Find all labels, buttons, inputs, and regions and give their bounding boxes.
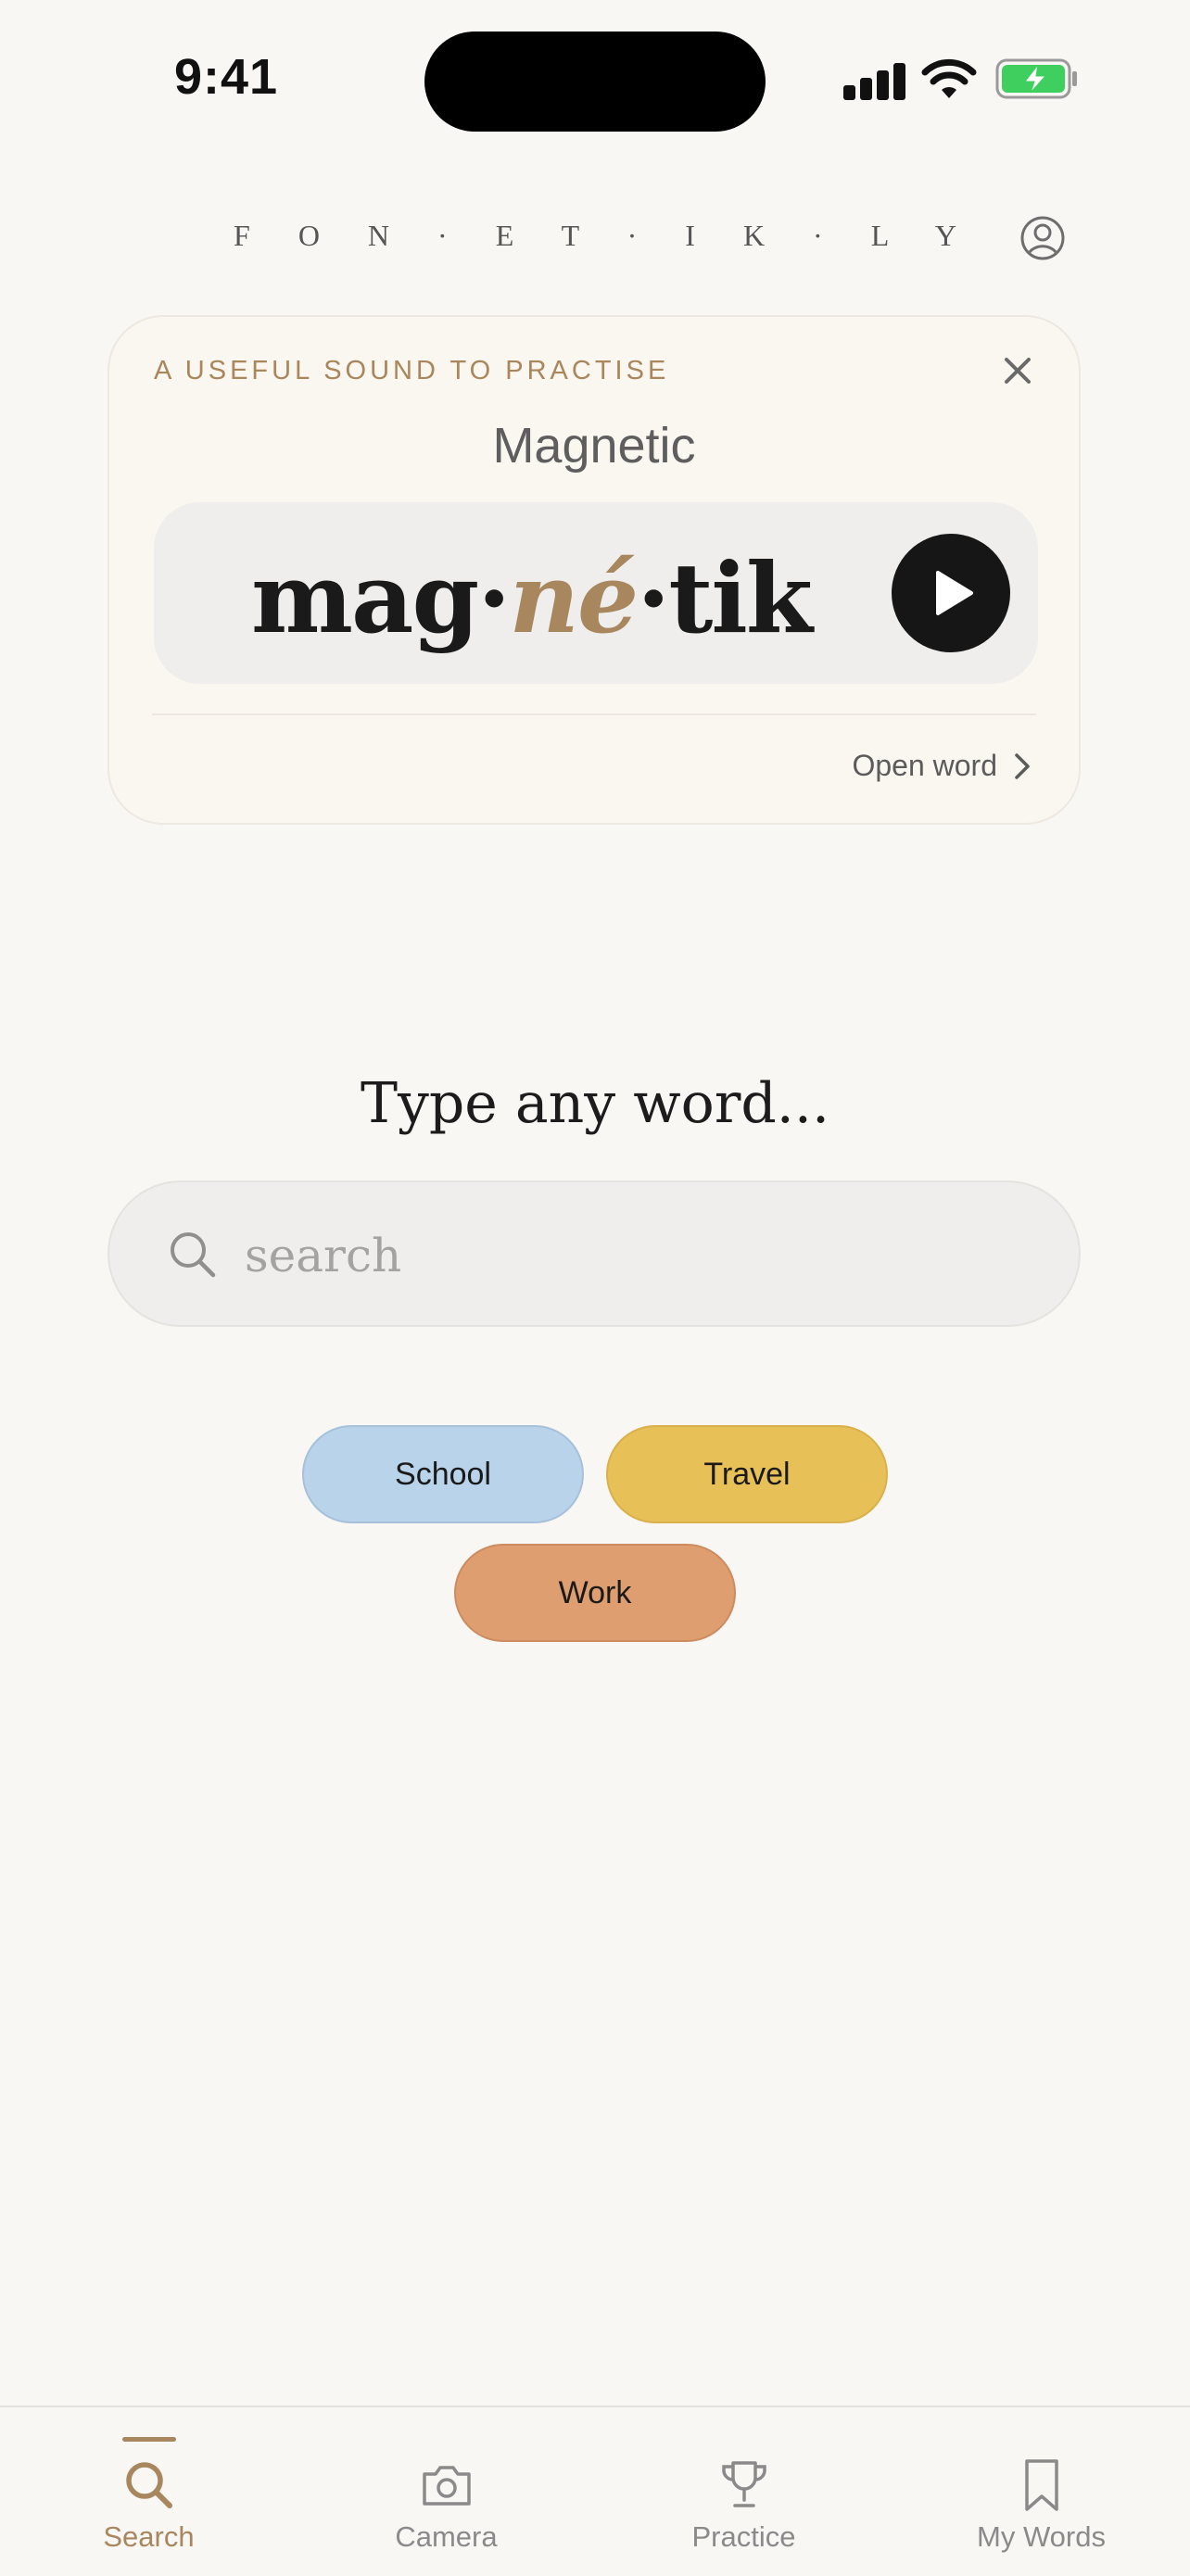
card-eyebrow: A USEFUL SOUND TO PRACTISE [154,356,670,385]
search-icon [171,1232,216,1278]
phonetic-stressed-syllable: né [509,541,639,655]
status-time: 9:41 [174,49,279,105]
chip-travel[interactable]: Travel [606,1425,888,1523]
wifi-icon [921,58,977,98]
tab-practice[interactable]: Practice [595,2407,892,2576]
tab-bar: Search Camera Practice My Words [0,2406,1190,2576]
play-icon [936,571,973,615]
phonetic-part-after: ·tik [637,541,813,655]
chevron-right-icon [1015,752,1030,779]
app-logo: F O N · E T · I K · L Y [234,219,977,252]
phonetic-panel: mag·né·tik [154,502,1038,684]
open-word-link[interactable]: Open word [852,749,1031,783]
user-circle-icon[interactable] [1019,215,1066,261]
search-input[interactable] [243,1216,1006,1295]
search-prompt: Type any word... [360,1071,830,1136]
tab-my-words[interactable]: My Words [892,2407,1190,2576]
tab-search[interactable]: Search [0,2407,298,2576]
bookmark-icon [1024,2459,1058,2511]
card-word: Magnetic [492,418,696,474]
card-divider [152,713,1036,715]
phonetic-spelling: mag·né·tik [154,541,908,655]
active-tab-indicator [121,2437,176,2442]
trophy-icon [721,2461,766,2507]
phonetic-part-before: mag· [251,541,511,655]
search-bar[interactable] [108,1181,1081,1327]
chip-work[interactable]: Work [454,1544,736,1642]
tab-label: Camera [395,2520,498,2553]
open-word-label: Open word [852,749,997,782]
chip-school[interactable]: School [302,1425,584,1523]
close-icon[interactable] [1001,354,1034,387]
sound-practice-card: A USEFUL SOUND TO PRACTISE Magnetic mag·… [108,315,1081,825]
battery-charging-icon [995,58,1077,99]
tab-label: Search [103,2520,195,2553]
cellular-signal-icon [843,61,905,100]
search-icon [125,2462,172,2508]
tab-label: Practice [691,2520,796,2553]
play-button[interactable] [892,534,1010,652]
dynamic-island [424,32,766,132]
tab-camera[interactable]: Camera [298,2407,595,2576]
tab-label: My Words [977,2520,1106,2553]
camera-icon [422,2466,471,2506]
